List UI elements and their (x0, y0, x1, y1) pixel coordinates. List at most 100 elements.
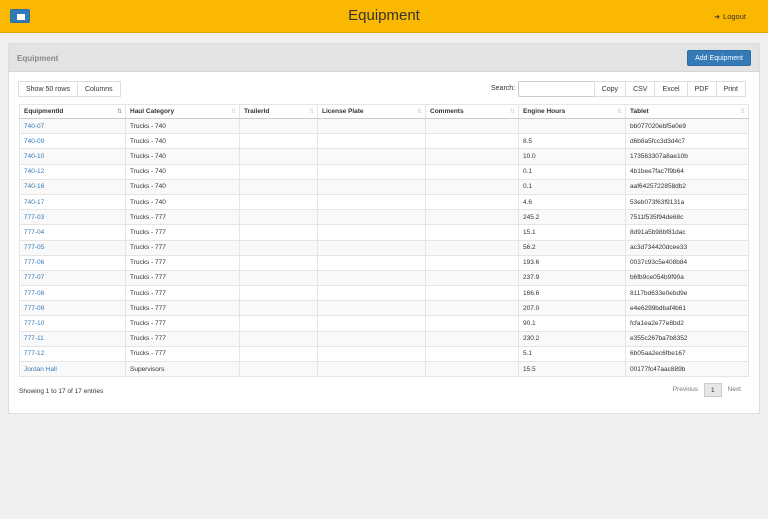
table-cell (425, 330, 519, 347)
equipment-id-link[interactable]: 740-07 (19, 117, 126, 135)
table-cell: 53eb073f63f9131a (625, 193, 749, 211)
table-cell: 173563307a8ae10b (625, 148, 749, 165)
table-cell (239, 224, 318, 241)
equipment-id-link[interactable]: 740-17 (19, 193, 126, 211)
col-haul-category[interactable]: Haul Category ⇅ (125, 104, 240, 119)
sort-icon: ⇅ (308, 109, 314, 115)
equipment-id-link[interactable]: 777-11 (19, 330, 126, 347)
table-cell (317, 224, 426, 241)
table-row: 740-16 Trucks - 740 0.1 aaf6425722858db2 (19, 178, 749, 195)
export-buttons: Copy CSV Excel PDF Print (593, 81, 746, 97)
sort-icon: ⇅ (616, 109, 622, 115)
table-cell (425, 178, 519, 195)
table-cell (239, 193, 318, 211)
add-equipment-button[interactable]: Add Equipment (687, 50, 751, 66)
table-cell: e355c267ba7b8352 (625, 330, 749, 347)
excel-button[interactable]: Excel (654, 81, 688, 97)
table-cell: 230.2 (518, 330, 626, 347)
table-row: Jordan Hall Supervisors 15.5 00177fc47aac88… (19, 360, 749, 378)
panel-header: Equipment Add Equipment (9, 44, 759, 72)
equipment-id-link[interactable]: 777-10 (19, 315, 126, 332)
equipment-panel: Equipment Add Equipment Show 50 rows Col… (8, 43, 760, 414)
col-trailerid[interactable]: TrailerId ⇅ (239, 104, 318, 119)
col-engine-hours-label: Engine Hours (523, 108, 566, 115)
table-cell: Trucks - 740 (125, 193, 240, 211)
table-cell (317, 345, 426, 363)
table-cell (425, 193, 519, 211)
table-cell: Trucks - 777 (125, 330, 240, 347)
equipment-id-link[interactable]: 777-08 (19, 285, 126, 302)
equipment-id-link[interactable]: Jordan Hall (19, 360, 126, 378)
table-row: 740-12 Trucks - 740 0.1 4b1bee7fac7f9b64 (19, 163, 749, 180)
table-cell (239, 148, 318, 165)
table-cell (425, 285, 519, 302)
table-cell: Trucks - 740 (125, 178, 240, 195)
columns-button[interactable]: Columns (76, 81, 121, 97)
table-cell: Trucks - 777 (125, 285, 240, 302)
page-title: Equipment (348, 7, 420, 24)
page-1-button[interactable]: 1 (704, 383, 722, 397)
next-button[interactable]: Next (722, 383, 747, 397)
table-cell: 193.6 (518, 254, 626, 271)
table-cell (425, 269, 519, 287)
col-equipmentid[interactable]: EquipmentId ⇅ (19, 104, 126, 119)
table-cell: 6b05aa2ec6fbe167 (625, 345, 749, 363)
table-cell (425, 224, 519, 241)
col-equipmentid-label: EquipmentId (24, 108, 64, 115)
logout-button[interactable]: ➜ Logout (714, 12, 746, 21)
table-cell: 0.1 (518, 163, 626, 180)
table-cell: Trucks - 777 (125, 315, 240, 332)
equipment-id-link[interactable]: 777-05 (19, 239, 126, 256)
print-button[interactable]: Print (715, 81, 746, 97)
col-license-plate[interactable]: License Plate ⇅ (317, 104, 426, 119)
equipment-id-link[interactable]: 777-06 (19, 254, 126, 271)
entries-info: Showing 1 to 17 of 17 entries (19, 388, 104, 395)
equipment-id-link[interactable]: 777-09 (19, 300, 126, 317)
table-cell: Trucks - 777 (125, 300, 240, 317)
sort-icon: ⇅ (230, 109, 236, 115)
copy-button[interactable]: Copy (593, 81, 627, 97)
equipment-id-link[interactable]: 740-09 (19, 133, 126, 150)
table-cell: 5.1 (518, 345, 626, 363)
equipment-id-link[interactable]: 740-16 (19, 178, 126, 195)
pdf-button[interactable]: PDF (686, 81, 717, 97)
col-engine-hours[interactable]: Engine Hours ⇅ (518, 104, 626, 119)
previous-button[interactable]: Previous (667, 383, 704, 397)
equipment-id-link[interactable]: 740-12 (19, 163, 126, 180)
equipment-id-link[interactable]: 777-12 (19, 345, 126, 363)
table-cell (239, 300, 318, 317)
table-cell (317, 209, 426, 226)
table-cell: 166.6 (518, 285, 626, 302)
search-input[interactable] (518, 81, 605, 97)
equipment-table: EquipmentId ⇅ Haul Category ⇅ TrailerId ⇅ L… (19, 104, 749, 378)
table-cell: 8117bd633e0ebd9e (625, 285, 749, 302)
table-cell: Trucks - 777 (125, 254, 240, 271)
table-cell (425, 209, 519, 226)
table-cell (425, 360, 519, 378)
equipment-id-link[interactable]: 777-03 (19, 209, 126, 226)
table-row: 777-06 Trucks - 777 193.6 0037c93c5e408b84 (19, 254, 749, 271)
table-cell: e4e6299bdbaf4b61 (625, 300, 749, 317)
table-cell (317, 133, 426, 150)
show-rows-button[interactable]: Show 50 rows (18, 81, 78, 97)
logout-icon: ➜ (714, 13, 721, 21)
equipment-id-link[interactable]: 777-07 (19, 269, 126, 287)
sort-icon: ⇅ (739, 109, 745, 115)
table-cell: 15.5 (518, 360, 626, 378)
table-cell (317, 163, 426, 180)
table-cell (239, 209, 318, 226)
table-cell: 8.5 (518, 133, 626, 150)
table-cell (239, 133, 318, 150)
col-comments[interactable]: Comments ⇅ (425, 104, 519, 119)
table-cell: 0.1 (518, 178, 626, 195)
equipment-id-link[interactable]: 740-10 (19, 148, 126, 165)
csv-button[interactable]: CSV (625, 81, 656, 97)
col-tablet[interactable]: Tablet ⇅ (625, 104, 749, 119)
table-cell: Supervisors (125, 360, 240, 378)
table-cell: Trucks - 777 (125, 239, 240, 256)
pagination: Previous 1 Next (667, 383, 747, 397)
table-cell (317, 315, 426, 332)
table-cell: d6b8a5fcc3d3d4c7 (625, 133, 749, 150)
table-cell: fcfa1ea2e77e8bd2 (625, 315, 749, 332)
equipment-id-link[interactable]: 777-04 (19, 224, 126, 241)
